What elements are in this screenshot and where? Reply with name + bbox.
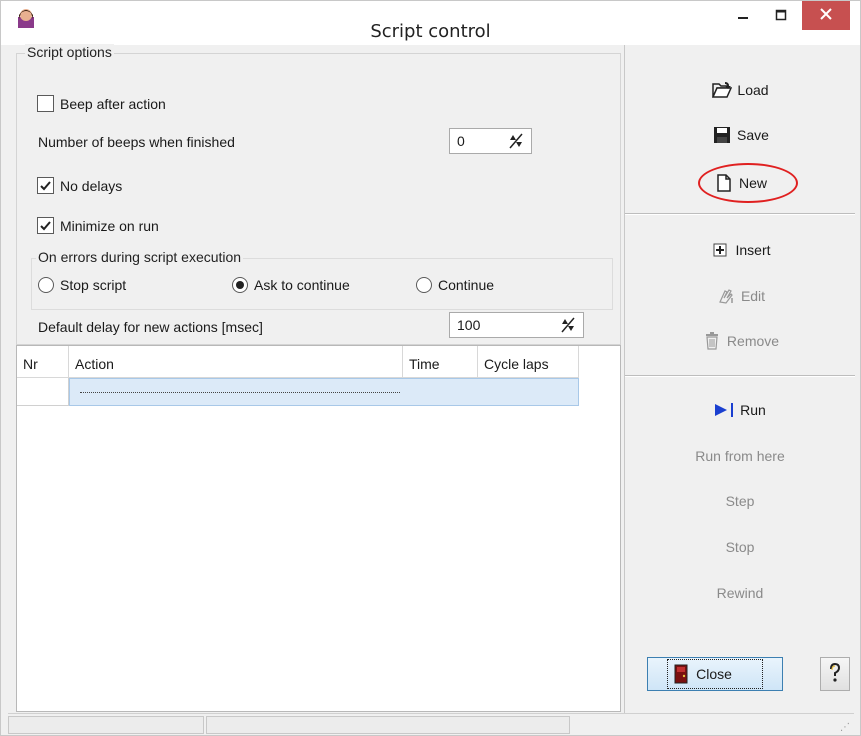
minimize-button[interactable] [723, 1, 763, 30]
stop-script-label: Stop script [60, 277, 127, 293]
help-question-icon [828, 662, 842, 686]
separator [625, 213, 855, 215]
edit-button[interactable]: Edit [625, 281, 855, 311]
maximize-icon [775, 8, 787, 24]
close-icon [819, 7, 833, 24]
step-label: Step [725, 493, 755, 509]
actions-table[interactable]: Nr Action Time Cycle laps [16, 345, 621, 712]
help-button[interactable] [820, 657, 850, 691]
stop-script-radio[interactable] [38, 277, 54, 293]
client-area: Script options Beep after action Number … [8, 44, 855, 735]
resize-grip-icon[interactable]: ⋰ [840, 722, 850, 733]
maximize-button[interactable] [766, 1, 796, 30]
spin-updown-icon[interactable] [559, 316, 577, 334]
rewind-label: Rewind [716, 585, 764, 601]
continue-label: Continue [438, 277, 495, 293]
separator [625, 375, 855, 377]
continue-radio[interactable] [416, 277, 432, 293]
default-delay-value: 100 [457, 317, 481, 333]
remove-label: Remove [726, 333, 780, 349]
radio-selected-dot [236, 281, 244, 289]
trash-icon [701, 330, 723, 352]
close-label: Close [696, 666, 732, 682]
side-panel: Load Save New Insert Edit Remove Run Run… [624, 45, 855, 715]
save-button[interactable]: Save [625, 120, 855, 150]
table-row-nr-cell[interactable] [17, 378, 69, 406]
script-options-title: Script options [25, 44, 114, 60]
script-control-window: Script control Script options Beep after… [0, 0, 861, 736]
insert-label: Insert [735, 242, 771, 258]
save-label: Save [737, 127, 769, 143]
title-bar[interactable]: Script control [1, 1, 860, 45]
beeps-when-finished-value: 0 [457, 133, 465, 149]
status-panel-1 [8, 716, 204, 734]
beep-after-action-label: Beep after action [60, 96, 166, 112]
floppy-disk-icon [711, 124, 733, 146]
column-header-time[interactable]: Time [403, 346, 478, 378]
ask-to-continue-radio[interactable] [232, 277, 248, 293]
close-button-focus: Close [667, 659, 763, 689]
column-header-cycle-laps[interactable]: Cycle laps [478, 346, 579, 378]
minimize-on-run-checkbox[interactable] [37, 217, 54, 234]
status-panel-2 [206, 716, 570, 734]
ask-to-continue-label: Ask to continue [254, 277, 350, 293]
beeps-when-finished-label: Number of beeps when finished [38, 134, 235, 150]
run-from-here-label: Run from here [695, 448, 785, 464]
edit-label: Edit [740, 288, 766, 304]
load-label: Load [737, 82, 769, 98]
insert-button[interactable]: Insert [625, 235, 855, 265]
stop-button[interactable]: Stop [625, 532, 855, 562]
minimize-on-run-label: Minimize on run [60, 218, 159, 234]
no-delays-checkbox[interactable] [37, 177, 54, 194]
run-label: Run [740, 402, 766, 418]
stop-label: Stop [725, 539, 755, 555]
run-button[interactable]: Run [625, 395, 855, 425]
rewind-button[interactable]: Rewind [625, 578, 855, 608]
no-delays-label: No delays [60, 178, 123, 194]
close-button[interactable]: Close [647, 657, 783, 691]
script-options-group: Script options Beep after action Number … [16, 44, 621, 345]
highlight-circle [698, 163, 798, 203]
beep-after-action-checkbox[interactable] [37, 95, 54, 112]
play-icon [714, 399, 736, 421]
edit-hand-icon [715, 285, 737, 307]
checkmark-icon [40, 181, 51, 191]
checkmark-icon [40, 221, 51, 231]
table-row[interactable] [69, 378, 579, 406]
remove-button[interactable]: Remove [625, 326, 855, 356]
beeps-when-finished-spinner[interactable]: 0 [449, 128, 532, 154]
focus-rect [80, 392, 400, 393]
run-from-here-button[interactable]: Run from here [625, 441, 855, 471]
on-errors-title: On errors during script execution [36, 249, 244, 265]
step-button[interactable]: Step [625, 486, 855, 516]
folder-open-icon [711, 79, 733, 101]
spin-updown-icon[interactable] [507, 132, 525, 150]
default-delay-label: Default delay for new actions [msec] [38, 319, 263, 335]
insert-plus-icon [709, 239, 731, 261]
column-header-nr[interactable]: Nr [17, 346, 69, 378]
close-window-button[interactable] [802, 1, 850, 30]
default-delay-spinner[interactable]: 100 [449, 312, 584, 338]
exit-door-icon [674, 664, 688, 684]
on-errors-group: On errors during script execution Stop s… [31, 249, 613, 310]
column-header-action[interactable]: Action [69, 346, 403, 378]
load-button[interactable]: Load [625, 75, 855, 105]
minimize-icon [737, 8, 749, 24]
status-bar: ⋰ [8, 713, 854, 735]
